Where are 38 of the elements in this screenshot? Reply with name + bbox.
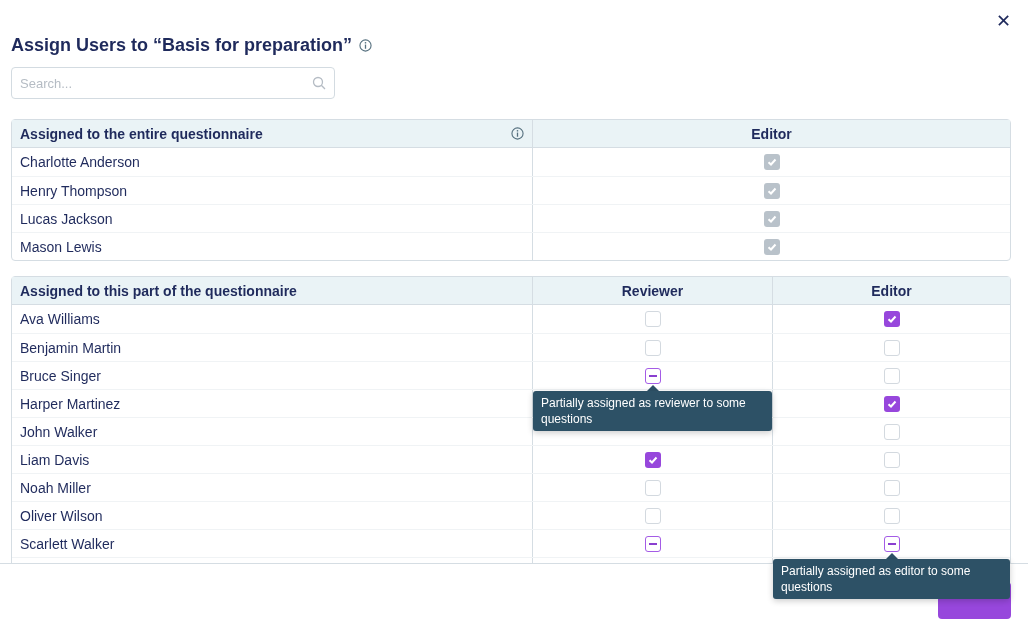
check-icon (886, 398, 897, 409)
column-header: Editor (871, 282, 912, 299)
user-name: Harper Martinez (20, 395, 121, 412)
tooltip: Partially assigned as editor to some questions (773, 559, 1010, 599)
user-name: Liam Davis (20, 451, 90, 468)
checkbox[interactable] (883, 395, 900, 412)
info-icon[interactable] (511, 127, 524, 140)
user-name: John Walker (20, 423, 98, 440)
user-name: Ava Williams (20, 311, 100, 327)
minus-icon (648, 542, 657, 545)
tooltip: Partially assigned as reviewer to some questions (533, 391, 772, 431)
user-name: Lucas Jackson (20, 210, 113, 227)
checkbox[interactable] (644, 535, 661, 552)
user-name: Benjamin Martin (20, 339, 122, 356)
user-name: Oliver Wilson (20, 507, 103, 524)
column-header: Reviewer (621, 282, 684, 299)
column-header: Assigned to the entire questionnaire (20, 125, 263, 142)
checkbox[interactable] (883, 535, 900, 552)
checkbox[interactable] (883, 311, 900, 327)
search-field[interactable]: Search... (11, 67, 335, 99)
user-name: Bruce Singer (20, 367, 101, 384)
minus-icon (648, 374, 657, 377)
check-icon (647, 454, 658, 465)
user-name: Charlotte Anderson (20, 154, 140, 170)
column-header: Editor (751, 125, 792, 142)
user-name: Henry Thompson (20, 182, 128, 199)
checkbox[interactable] (644, 367, 661, 384)
user-name: Noah Miller (20, 479, 91, 496)
info-icon[interactable] (359, 38, 373, 52)
check-icon (886, 314, 897, 324)
dialog-title: Assign Users to “Basis for preparation” (11, 34, 353, 56)
user-name: Mason Lewis (20, 238, 102, 255)
checkbox[interactable] (644, 451, 661, 468)
search-icon (312, 76, 326, 90)
minus-icon (887, 542, 896, 545)
user-name: Scarlett Walker (20, 535, 115, 552)
close-button[interactable]: ✕ (995, 12, 1011, 30)
column-header: Assigned to this part of the questionnaire (20, 282, 297, 299)
